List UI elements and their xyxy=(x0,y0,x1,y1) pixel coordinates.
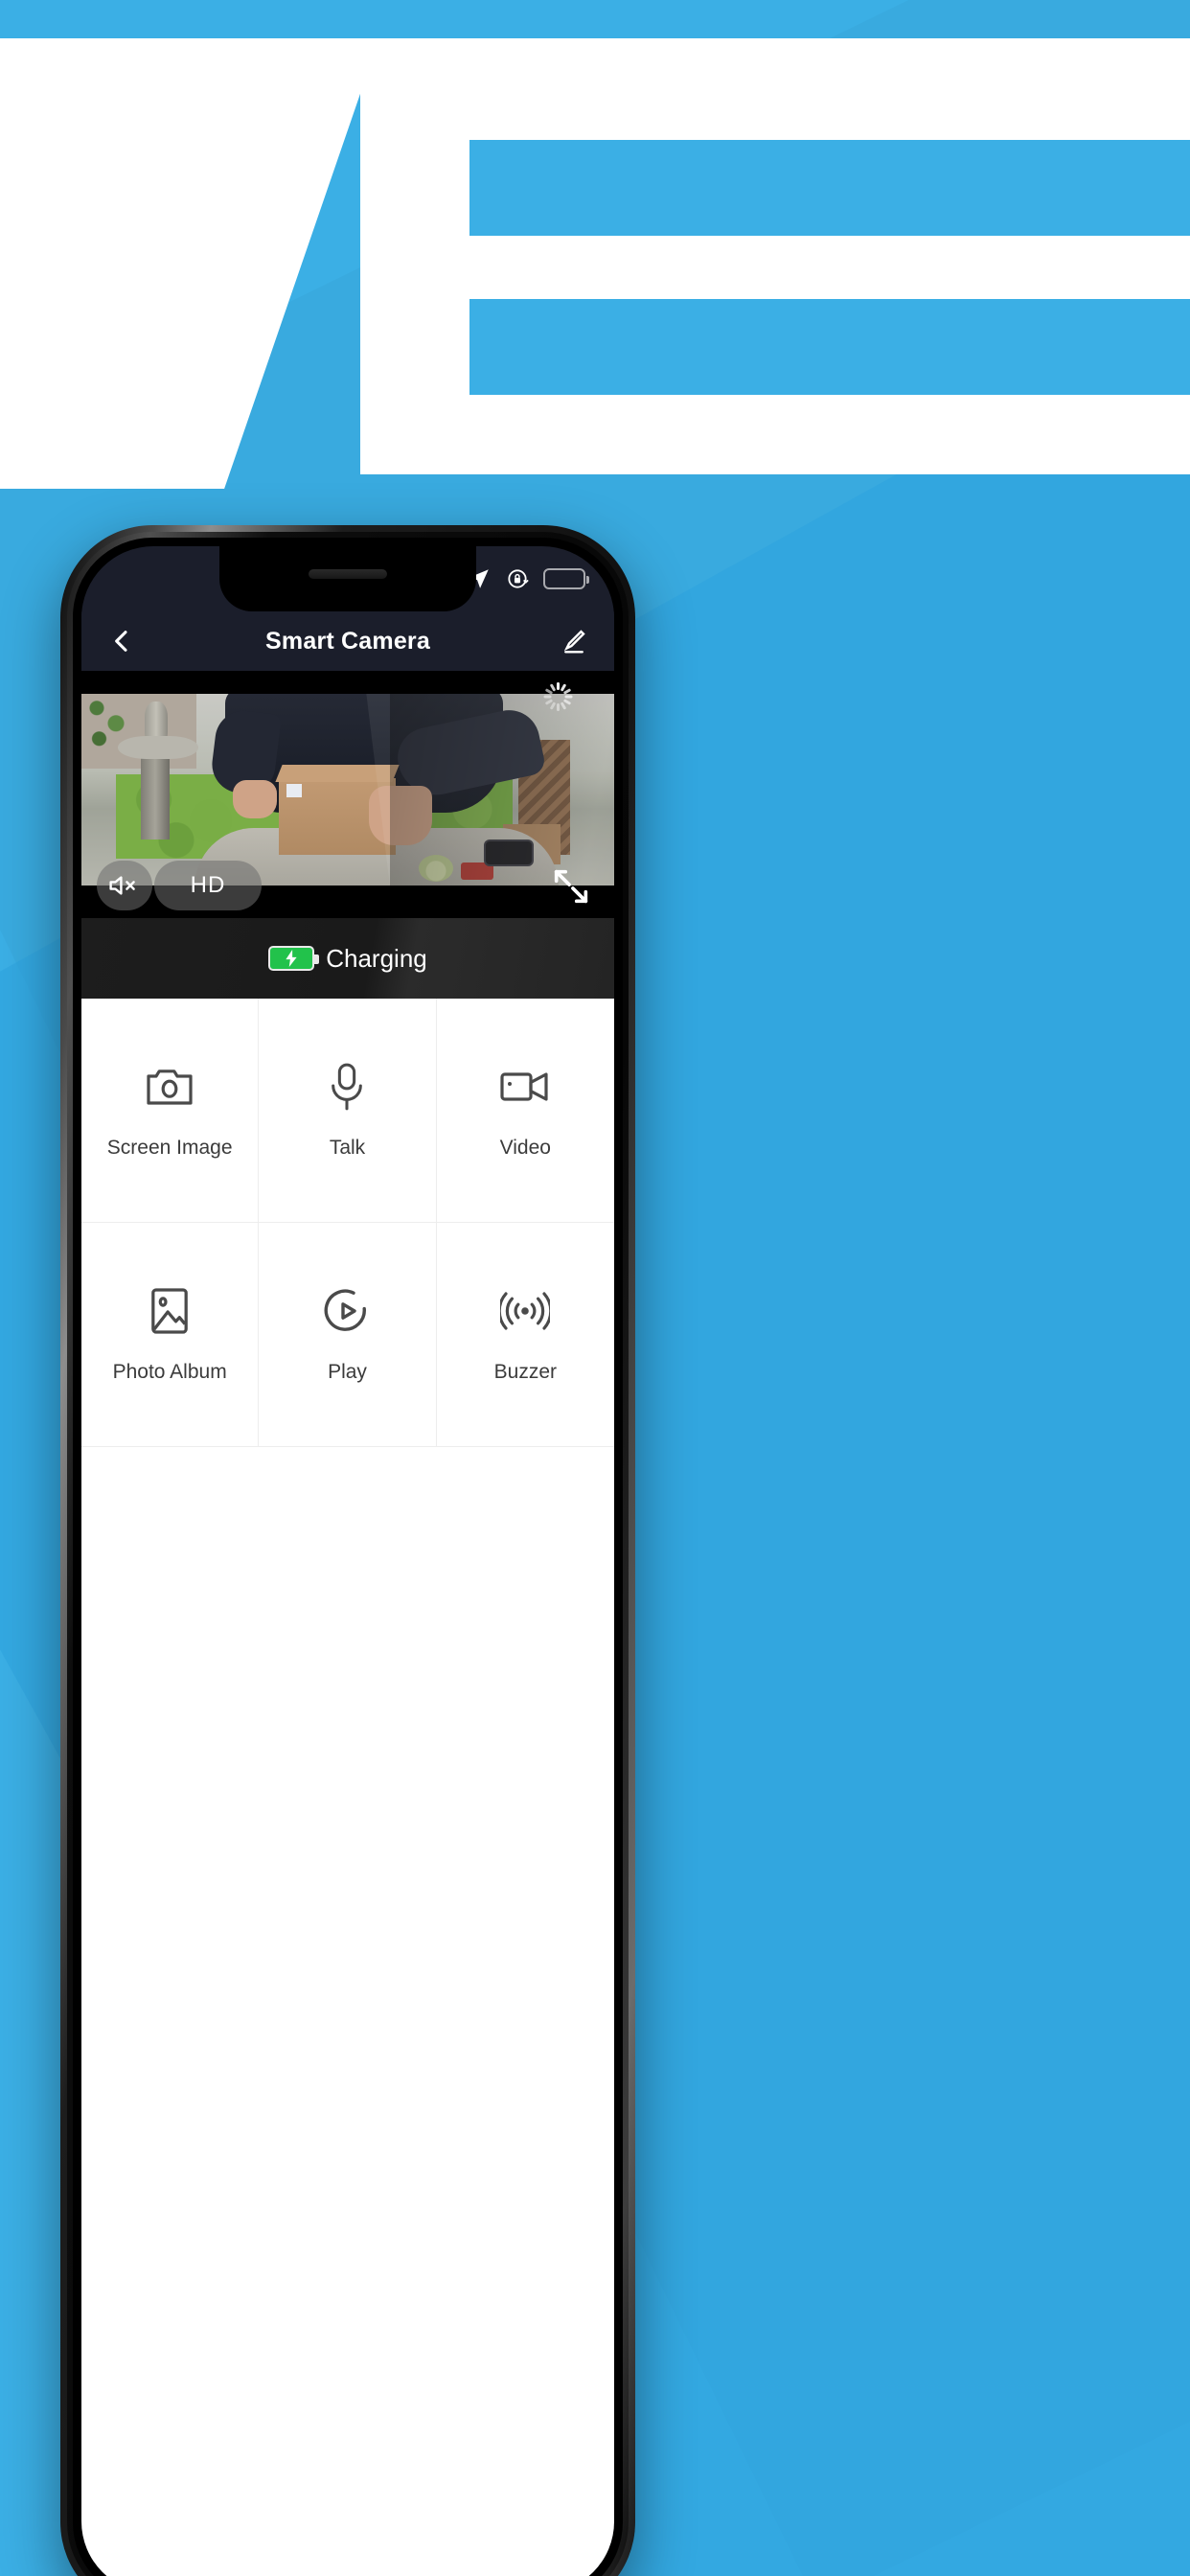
action-screen-image[interactable]: Screen Image xyxy=(81,999,260,1223)
battery-icon xyxy=(543,568,589,589)
action-label: Talk xyxy=(329,1136,366,1159)
logo-e-cut-bottom xyxy=(469,299,1190,395)
scene-box-label xyxy=(286,784,302,797)
earpiece-speaker xyxy=(309,569,387,579)
back-button[interactable] xyxy=(81,626,162,656)
speaker-muted-icon[interactable] xyxy=(97,861,152,910)
sound-waves-icon xyxy=(500,1286,551,1336)
action-label: Play xyxy=(328,1360,367,1383)
phone-mockup: Smart Camera HD Charging Screen Image Ta… xyxy=(60,525,635,2576)
action-play[interactable]: Play xyxy=(259,1223,437,1447)
scene-birdbath-base xyxy=(141,757,170,840)
phone-screen: Smart Camera HD Charging Screen Image Ta… xyxy=(81,546,614,2576)
phone-notch xyxy=(219,546,476,611)
scene-box-top xyxy=(275,765,400,782)
action-label: Video xyxy=(499,1136,551,1159)
scene-birdbath-bowl xyxy=(118,736,198,759)
charging-status-bar: Charging xyxy=(81,918,614,999)
camera-feed-image xyxy=(81,694,614,886)
charging-battery-icon xyxy=(268,946,320,971)
action-label: Screen Image xyxy=(106,1136,233,1159)
charging-status-label: Charging xyxy=(326,943,427,973)
scene-person-right-hand xyxy=(369,786,432,845)
action-talk[interactable]: Talk xyxy=(259,999,437,1223)
image-icon xyxy=(149,1286,190,1336)
play-circle-icon xyxy=(324,1286,370,1336)
phone-bezel-inner: Smart Camera HD Charging Screen Image Ta… xyxy=(73,538,623,2576)
action-video[interactable]: Video xyxy=(436,999,614,1223)
action-photo-album[interactable]: Photo Album xyxy=(81,1223,260,1447)
action-label: Buzzer xyxy=(493,1360,557,1383)
expand-icon[interactable] xyxy=(549,864,593,908)
phone-bezel-band: Smart Camera HD Charging Screen Image Ta… xyxy=(67,532,629,2576)
camera-live-view[interactable]: HD xyxy=(81,671,614,918)
video-quality-button[interactable]: HD xyxy=(154,861,262,910)
navigation-bar: Smart Camera xyxy=(81,611,614,671)
action-grid: Screen Image Talk Video Photo Album Play… xyxy=(81,999,614,2576)
logo-e-cut-top xyxy=(469,140,1190,236)
page-title: Smart Camera xyxy=(265,627,430,655)
scene-person-left-hand xyxy=(233,780,277,818)
video-controls: HD xyxy=(81,861,614,918)
action-buzzer[interactable]: Buzzer xyxy=(436,1223,614,1447)
rotation-lock-icon xyxy=(505,566,530,591)
logo-letter-e-shape xyxy=(360,38,1190,474)
microphone-icon xyxy=(327,1062,367,1112)
action-label: Photo Album xyxy=(112,1360,227,1383)
spinner-icon xyxy=(543,682,572,711)
camera-icon xyxy=(145,1062,195,1112)
video-camera-icon xyxy=(500,1062,550,1112)
edit-button[interactable] xyxy=(534,627,614,656)
